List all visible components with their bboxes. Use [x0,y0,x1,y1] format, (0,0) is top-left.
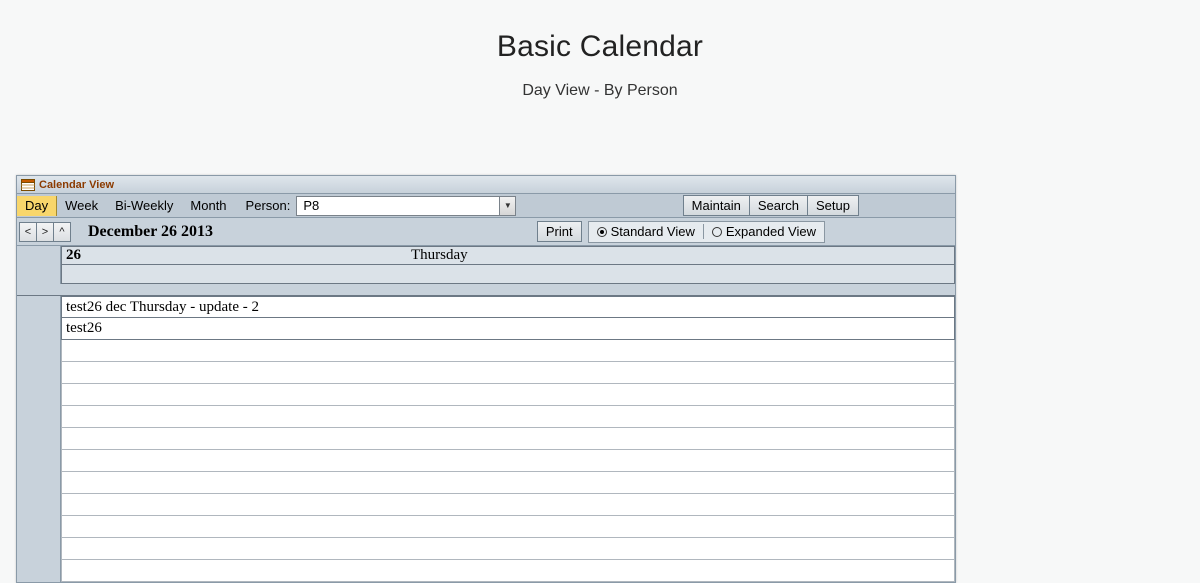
tab-day[interactable]: Day [17,196,57,216]
date-nav-row: < > ^ December 26 2013 Print Standard Vi… [17,218,955,246]
person-value: P8 [297,198,499,213]
search-button[interactable]: Search [749,195,808,216]
empty-slot[interactable] [61,472,955,494]
current-date: December 26 2013 [88,223,213,241]
window-icon [21,179,35,191]
up-button[interactable]: ^ [53,222,71,242]
section-spacer [17,284,955,296]
time-gutter [17,246,61,582]
empty-slot[interactable] [61,428,955,450]
tab-biweekly[interactable]: Bi-Weekly [107,196,182,216]
expanded-view-radio[interactable]: Expanded View [703,224,824,239]
event-list: test26 dec Thursday - update - 2 test26 [61,296,955,582]
setup-button[interactable]: Setup [807,195,859,216]
day-number: 26 [62,247,81,264]
calendar-grid: 26 Thursday test26 dec Thursday - update… [17,246,955,582]
empty-slot[interactable] [61,450,955,472]
expanded-view-label: Expanded View [726,224,816,239]
page-title: Basic Calendar [0,30,1200,64]
tab-month[interactable]: Month [182,196,235,216]
empty-slot[interactable] [61,384,955,406]
print-button[interactable]: Print [537,221,582,242]
empty-slot[interactable] [61,340,955,362]
empty-slot[interactable] [61,516,955,538]
prev-button[interactable]: < [19,222,37,242]
radio-icon [597,227,607,237]
day-column: 26 Thursday test26 dec Thursday - update… [61,246,955,582]
event-item[interactable]: test26 [61,318,955,340]
person-select[interactable]: P8 ▼ [296,196,516,216]
empty-slot[interactable] [61,362,955,384]
allday-row[interactable] [61,265,955,284]
right-action-buttons: Maintain Search Setup [684,195,859,216]
standard-view-radio[interactable]: Standard View [589,224,703,239]
radio-icon [712,227,722,237]
page-subtitle: Day View - By Person [0,82,1200,100]
event-item[interactable]: test26 dec Thursday - update - 2 [61,296,955,318]
calendar-window: Calendar View Day Week Bi-Weekly Month P… [16,175,956,583]
standard-view-label: Standard View [611,224,695,239]
next-button[interactable]: > [36,222,54,242]
tab-week[interactable]: Week [57,196,107,216]
maintain-button[interactable]: Maintain [683,195,750,216]
empty-slot[interactable] [61,406,955,428]
person-label: Person: [236,196,295,215]
day-name: Thursday [411,247,468,264]
title-bar: Calendar View [17,176,955,194]
day-header: 26 Thursday [61,246,955,265]
dropdown-icon[interactable]: ▼ [499,197,515,215]
empty-slot[interactable] [61,538,955,560]
window-title: Calendar View [39,179,114,191]
view-mode-group: Standard View Expanded View [588,221,825,243]
view-tabs-row: Day Week Bi-Weekly Month Person: P8 ▼ Ma… [17,194,955,218]
page-header: Basic Calendar Day View - By Person [0,0,1200,100]
empty-slot[interactable] [61,494,955,516]
print-view-group: Print Standard View Expanded View [537,221,825,243]
